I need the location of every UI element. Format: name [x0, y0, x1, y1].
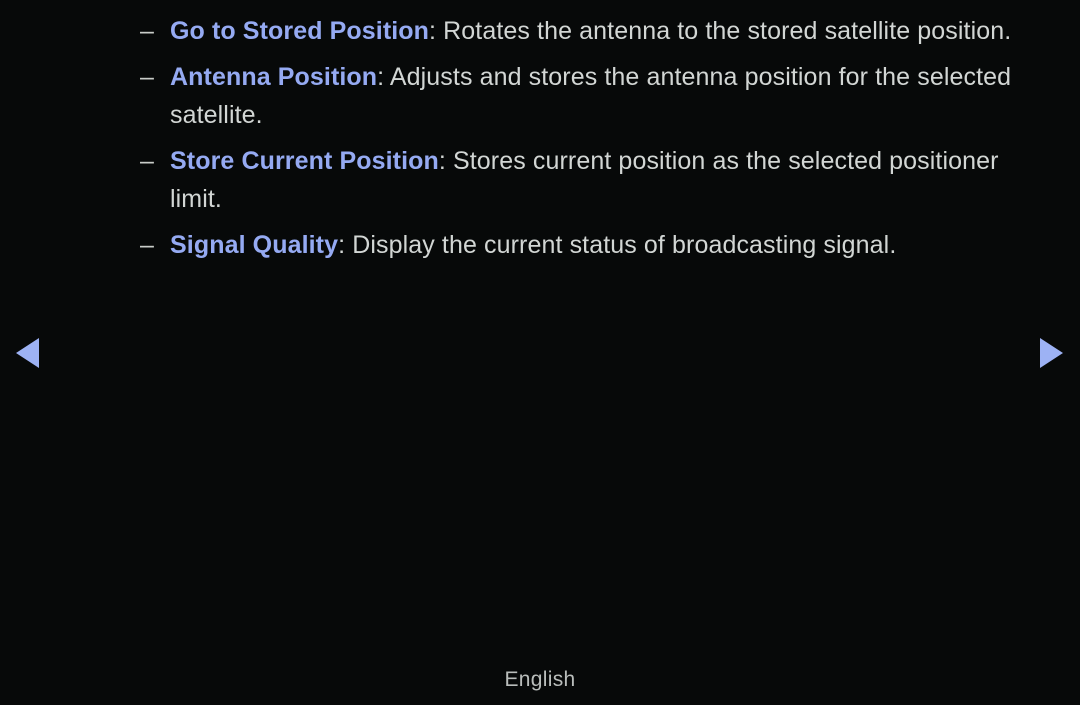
bullet-separator: :	[338, 231, 353, 259]
triangle-left-icon	[16, 338, 39, 368]
help-screen: – Go to Stored Position: Rotates the ant…	[0, 0, 1080, 705]
triangle-right-icon	[1040, 338, 1063, 368]
list-item: – Antenna Position: Adjusts and stores t…	[140, 58, 1022, 134]
bullet-description: Display the current status of broadcasti…	[352, 231, 897, 259]
bullet-separator: :	[377, 63, 390, 91]
bullet-dash: –	[140, 63, 154, 91]
bullet-term: Antenna Position	[170, 63, 378, 91]
bullet-dash: –	[140, 231, 154, 259]
bullet-separator: :	[429, 17, 444, 45]
bullet-text: Signal Quality: Display the current stat…	[170, 226, 1022, 264]
bullet-term: Go to Stored Position	[170, 17, 430, 45]
bullet-text: Go to Stored Position: Rotates the anten…	[170, 12, 1022, 50]
next-page-arrow-icon[interactable]	[1040, 338, 1064, 369]
bullet-dash: –	[140, 17, 154, 45]
bullet-description: Rotates the antenna to the stored satell…	[443, 17, 1012, 45]
previous-page-arrow-icon[interactable]	[16, 338, 40, 369]
help-content: – Go to Stored Position: Rotates the ant…	[140, 12, 1022, 272]
bullet-text: Store Current Position: Stores current p…	[170, 142, 1022, 218]
bullet-term: Store Current Position	[170, 147, 439, 175]
bullet-text: Antenna Position: Adjusts and stores the…	[170, 58, 1022, 134]
bullet-separator: :	[438, 147, 453, 175]
list-item: – Go to Stored Position: Rotates the ant…	[140, 12, 1022, 50]
bullet-dash: –	[140, 147, 154, 175]
list-item: – Signal Quality: Display the current st…	[140, 226, 1022, 264]
footer-language-label: English	[504, 668, 576, 691]
bullet-term: Signal Quality	[170, 231, 339, 259]
list-item: – Store Current Position: Stores current…	[140, 142, 1022, 218]
